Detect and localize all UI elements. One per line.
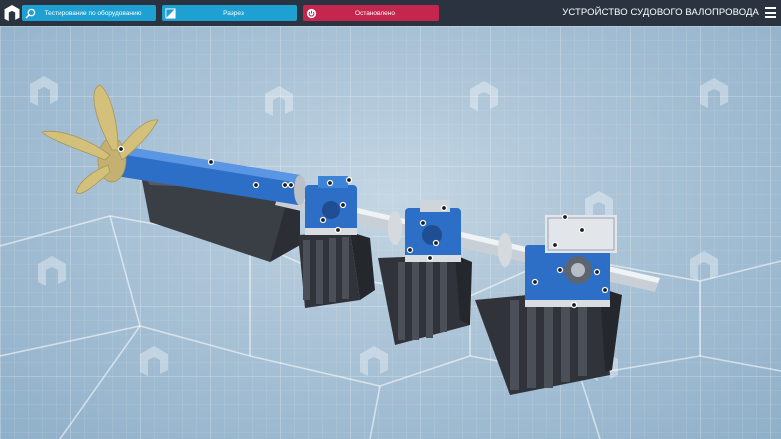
section-cut-button[interactable]: Разрез	[162, 5, 297, 21]
equipment-test-button[interactable]: Тестирование по оборудованию	[22, 5, 156, 21]
top-bar: Тестирование по оборудованию Разрез Оста…	[0, 0, 781, 26]
stop-toggle-button[interactable]: Остановлено	[303, 5, 439, 21]
stop-status-label: Остановлено	[355, 9, 395, 17]
bearing-support-1[interactable]	[298, 232, 375, 308]
bearing-2[interactable]	[405, 200, 461, 262]
equipment-test-label: Тестирование по оборудованию	[44, 9, 142, 17]
power-icon	[303, 5, 319, 21]
section-cut-icon	[162, 5, 178, 21]
bearing-support-2[interactable]	[378, 255, 472, 345]
shaft-line-model[interactable]	[0, 0, 781, 439]
thrust-bearing[interactable]	[525, 215, 617, 307]
app-window: Тестирование по оборудованию Разрез Оста…	[0, 0, 781, 439]
page-title: УСТРОЙСТВО СУДОВОГО ВАЛОПРОВОДА	[562, 7, 759, 18]
app-logo-icon[interactable]	[4, 5, 20, 21]
hamburger-menu-icon[interactable]	[765, 7, 776, 19]
magnifier-wrench-icon	[22, 5, 38, 21]
section-cut-label: Разрез	[223, 9, 244, 17]
coupling-2[interactable]	[498, 233, 512, 267]
coupling-1[interactable]	[388, 211, 402, 245]
